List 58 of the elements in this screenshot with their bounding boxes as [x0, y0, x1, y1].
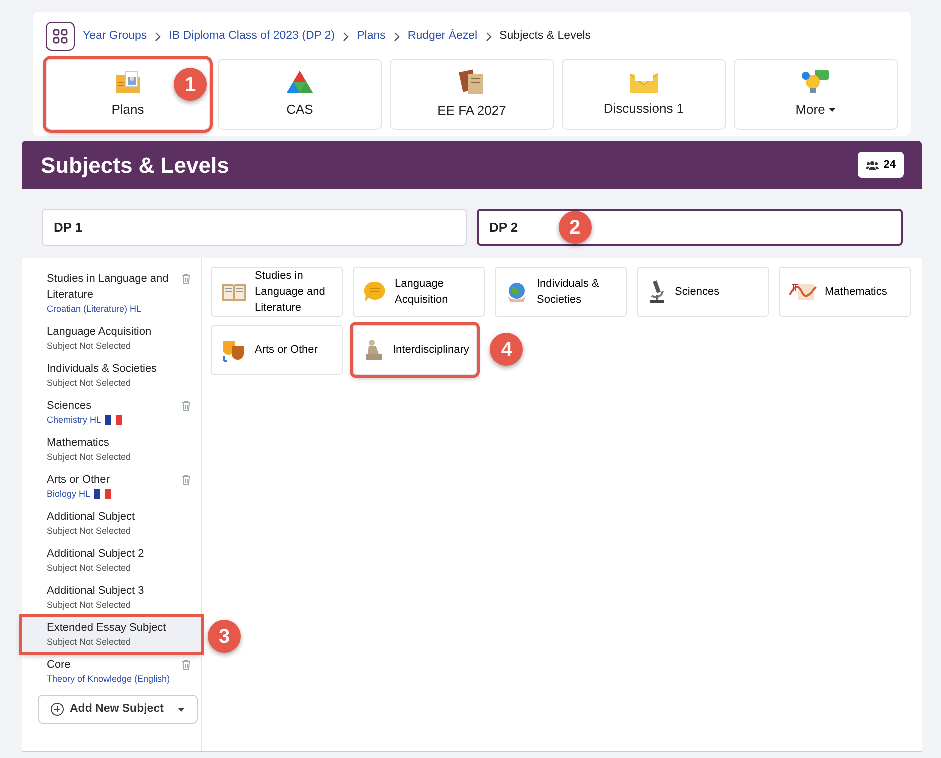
- subject-slot-item[interactable]: Additional Subject 2 Subject Not Selected: [22, 543, 201, 578]
- step-number-badge: 3: [208, 620, 241, 653]
- subject-slot-item[interactable]: Studies in Language and Literature Croatian (Literature) HL: [22, 268, 201, 319]
- app-tab[interactable]: More: [734, 59, 898, 130]
- lightbulb-chat-icon: [801, 69, 831, 96]
- subject-slot-item[interactable]: Arts or Other Biology HL: [22, 469, 201, 504]
- subject-slot-item[interactable]: Language Acquisition Subject Not Selected: [22, 321, 201, 356]
- apps-grid-button[interactable]: [46, 22, 75, 51]
- add-subject-button[interactable]: Add New Subject: [38, 695, 198, 724]
- subject-group-tile[interactable]: Sciences: [637, 267, 769, 317]
- year-field[interactable]: DP 2 2: [476, 209, 903, 246]
- people-icon: [866, 160, 879, 170]
- trash-icon[interactable]: [182, 660, 191, 670]
- subject-group-tile[interactable]: Language Acquisition: [353, 267, 485, 317]
- chevron-icon: [343, 32, 350, 42]
- year-field[interactable]: DP 1: [42, 209, 466, 246]
- chevron-icon: [155, 32, 162, 42]
- breadcrumb-link[interactable]: Rudger Áezel: [408, 28, 478, 46]
- trash-icon[interactable]: [182, 475, 191, 485]
- caret-icon: [178, 708, 185, 712]
- math-chart-icon: [789, 281, 817, 303]
- app-tab[interactable]: CAS: [218, 59, 382, 130]
- chevron-icon: [394, 32, 400, 42]
- step-number-badge: 2: [558, 211, 592, 244]
- speech-bubble-icon: [363, 280, 387, 304]
- subject-slot-item[interactable]: Additional Subject 3 Subject Not Selected: [22, 580, 201, 615]
- subject-group-tile[interactable]: Individuals & Societies: [495, 267, 627, 317]
- grid-icon: [53, 29, 68, 44]
- app-tab[interactable]: Discussions 1: [562, 59, 726, 130]
- theatre-masks-icon: [221, 338, 247, 362]
- trash-icon[interactable]: [182, 274, 191, 284]
- subject-slot-item[interactable]: Sciences Chemistry HL: [22, 395, 201, 430]
- book-icon: [221, 281, 247, 303]
- step-number-badge: 1: [174, 68, 207, 101]
- breadcrumb-link[interactable]: Plans: [357, 28, 386, 46]
- trash-icon[interactable]: [182, 401, 191, 411]
- triangle-icon: [286, 69, 314, 96]
- subject-slot-item[interactable]: Additional Subject Subject Not Selected: [22, 506, 201, 541]
- statue-icon: [363, 338, 385, 362]
- microscope-icon: [647, 279, 667, 305]
- subject-slot-item[interactable]: Core Theory of Knowledge (English): [22, 654, 201, 689]
- app-tab[interactable]: Plans 1: [46, 59, 210, 130]
- subject-group-tile[interactable]: Studies in Language and Literature: [211, 267, 343, 317]
- plans-folder-icon: [115, 69, 141, 96]
- breadcrumb-link[interactable]: Year Groups: [83, 28, 148, 46]
- members-count-button[interactable]: 24: [858, 152, 904, 178]
- chevron-icon: [486, 32, 492, 42]
- page-title: Subjects & Levels: [41, 152, 230, 180]
- app-tab[interactable]: EE FA 2027: [390, 59, 554, 130]
- subject-group-tile[interactable]: Arts or Other: [211, 325, 343, 375]
- subject-group-tile[interactable]: Mathematics: [779, 267, 911, 317]
- subject-slot-item[interactable]: Mathematics Subject Not Selected: [22, 432, 201, 467]
- plus-circle-icon: [51, 703, 64, 716]
- breadcrumb-link[interactable]: IB Diploma Class of 2023 (DP 2): [169, 28, 336, 46]
- breadcrumb-current: Subjects & Levels: [500, 28, 592, 44]
- books-icon: [458, 68, 486, 96]
- step-number-badge: 4: [490, 333, 524, 366]
- subject-slot-item[interactable]: Individuals & Societies Subject Not Selected: [22, 358, 201, 393]
